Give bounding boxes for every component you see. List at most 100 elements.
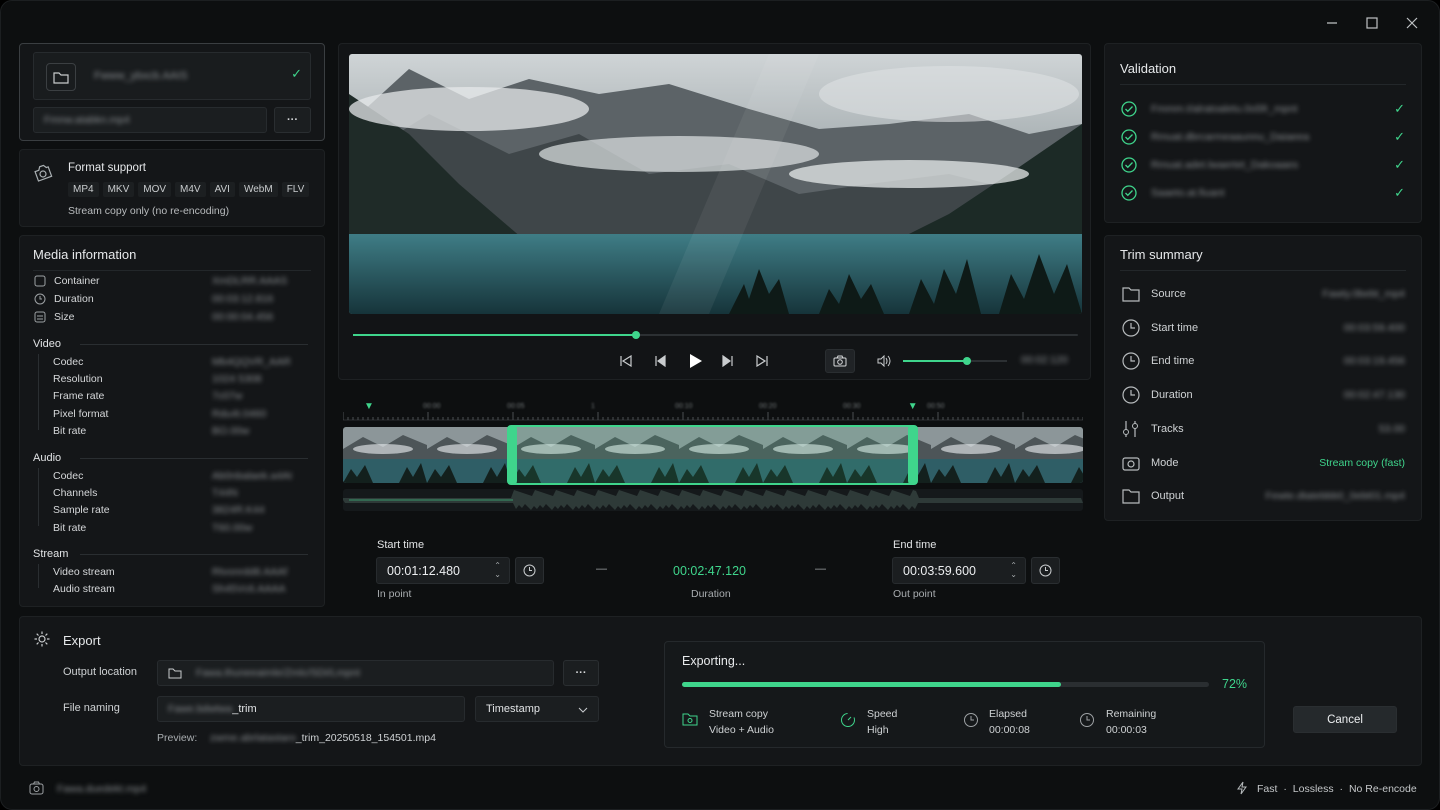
filmstrip-frame [1015, 427, 1083, 483]
stepper-icon[interactable]: ⌃ ⌄ [494, 561, 501, 579]
validation-title: Validation [1120, 61, 1177, 76]
camera-icon [833, 355, 847, 367]
start-time-label: Start time [377, 539, 425, 551]
info-value: 00:03:12.816 [212, 293, 274, 305]
clock-icon [1121, 319, 1141, 337]
in-marker-icon: ▼ [364, 401, 374, 412]
close-button[interactable] [1402, 13, 1422, 33]
start-time-input[interactable]: 00:01:12.480 ⌃ ⌄ [376, 557, 510, 584]
format-tag: WebM [238, 182, 278, 197]
end-time-set-button[interactable] [1031, 557, 1060, 584]
end-time-input[interactable]: 00:03:59.600 ⌃ ⌄ [892, 557, 1026, 584]
stat-remaining: Remaining 00:00:03 [1106, 708, 1157, 736]
export-progress-card: Exporting... 72% Stream copy Video + Audi… [664, 641, 1265, 748]
source-path: Fmnw.atabkn.mp4 [44, 114, 130, 126]
play-button[interactable] [685, 350, 707, 372]
export-percent: 72% [1222, 677, 1248, 691]
volume-handle[interactable] [963, 357, 972, 365]
minimize-button[interactable] [1322, 13, 1342, 33]
naming-option-select[interactable]: Timestamp [475, 696, 599, 722]
stat-elapsed: Elapsed 00:00:08 [989, 708, 1030, 736]
validation-item: Saaeto.at.fiuant ✓ [1121, 182, 1405, 204]
info-label: Frame rate [53, 390, 105, 402]
info-label: Audio stream [53, 583, 115, 595]
next-frame-button[interactable] [719, 352, 737, 370]
maximize-button[interactable] [1362, 13, 1382, 33]
check-icon: ✓ [1394, 185, 1405, 200]
summary-row: Output Fewte.dtatebbb0_0ebt01.mp4 [1121, 483, 1405, 509]
trim-end-handle[interactable] [907, 425, 918, 485]
timeline[interactable]: 00:00 00:05 1 00:10 00:20 00:30 00:50 ▼ ▼ [342, 397, 1084, 515]
skip-start-icon [620, 355, 632, 367]
end-time-label: End time [893, 539, 937, 551]
info-label: Codec [53, 470, 84, 482]
format-tag: FLV [281, 182, 310, 197]
file-naming-input[interactable]: Fawe.bdwtwa _trim [157, 696, 465, 722]
duration-value: 00:02:47.120 [673, 564, 746, 578]
summary-row: Tracks 53.00 [1121, 416, 1405, 442]
format-note: Stream copy only (no re-encoding) [68, 205, 230, 217]
snapshot-button[interactable] [825, 349, 855, 373]
trim-start-handle[interactable] [506, 425, 517, 485]
check-circle-icon [1121, 185, 1137, 201]
format-tag: M4V [175, 182, 206, 197]
volume-button[interactable] [875, 352, 893, 370]
trim-selection[interactable] [511, 425, 913, 485]
info-value: 7c07w [212, 390, 243, 402]
source-path-field[interactable]: Fmnw.atabkn.mp4 [33, 107, 267, 133]
output-location-field[interactable]: Fawa.thuneeaimle/Zmlc/SDI/Lmpnt [157, 660, 554, 686]
summary-row: Start time 00:03:59.400 [1121, 315, 1405, 341]
chevron-down-icon [578, 707, 588, 713]
maximize-icon [1366, 17, 1378, 29]
summary-row: Duration 00:02:47.130 [1121, 382, 1405, 408]
info-row-container: Container [34, 275, 100, 287]
export-status-title: Exporting... [682, 654, 746, 668]
clock-icon [1039, 564, 1052, 577]
cancel-button[interactable]: Cancel [1293, 706, 1397, 733]
stepper-icon[interactable]: ⌃ ⌄ [1010, 561, 1017, 579]
info-label: Channels [53, 487, 98, 499]
format-tag: MP4 [68, 182, 99, 197]
seek-bar-fill [353, 334, 636, 336]
output-browse-button[interactable]: ··· [563, 660, 599, 686]
skip-start-button[interactable] [617, 352, 635, 370]
camera-icon [29, 781, 44, 798]
minimize-icon [1327, 22, 1337, 24]
ruler-label: 00:30 [843, 403, 861, 410]
format-support-panel: Format support MP4 MKV MOV M4V AVI WebM FLV St… [19, 149, 325, 227]
skip-end-button[interactable] [753, 352, 771, 370]
trim-summary-title: Trim summary [1120, 247, 1203, 262]
prev-frame-button[interactable] [651, 352, 669, 370]
format-tags: MP4 MKV MOV M4V AVI WebM FLV [68, 182, 313, 197]
format-tag: MKV [102, 182, 135, 197]
video-preview[interactable] [349, 54, 1082, 314]
check-circle-icon [1121, 101, 1137, 117]
container-icon [34, 275, 46, 287]
remaining-clock-icon [1079, 712, 1095, 731]
ruler-label: 00:50 [927, 403, 945, 410]
info-value: BO.00w [212, 425, 250, 437]
format-tag: AVI [209, 182, 235, 197]
info-value: 3824R.K44 [212, 504, 265, 516]
volume-icon [877, 355, 891, 367]
next-frame-icon [722, 355, 733, 367]
summary-row: Mode Stream copy (fast) [1121, 450, 1405, 476]
media-info-panel: Media information Container XmDLRR.AAAS … [19, 235, 325, 607]
export-panel: Export Output location Fawa.thuneeaimle/… [19, 616, 1422, 766]
media-info-title: Media information [33, 247, 137, 262]
summary-row: End time 00:03:19.456 [1121, 348, 1405, 374]
source-more-button[interactable]: ··· [274, 107, 311, 133]
folder-icon [46, 63, 76, 91]
format-tag: MOV [138, 182, 172, 197]
info-value: Rtvonrdd8.AAAf [212, 566, 288, 578]
source-file-card[interactable]: Fwww_ybxcb.AAIS ✓ [33, 52, 311, 100]
ruler-label: 1 [591, 403, 595, 410]
start-time-set-button[interactable] [515, 557, 544, 584]
seek-handle[interactable] [631, 331, 640, 339]
check-circle-icon [1121, 157, 1137, 173]
volume-slider[interactable] [903, 357, 1007, 365]
prev-frame-icon [655, 355, 666, 367]
gear-icon [33, 630, 51, 651]
play-icon [690, 354, 702, 368]
seek-bar[interactable] [353, 331, 1078, 339]
